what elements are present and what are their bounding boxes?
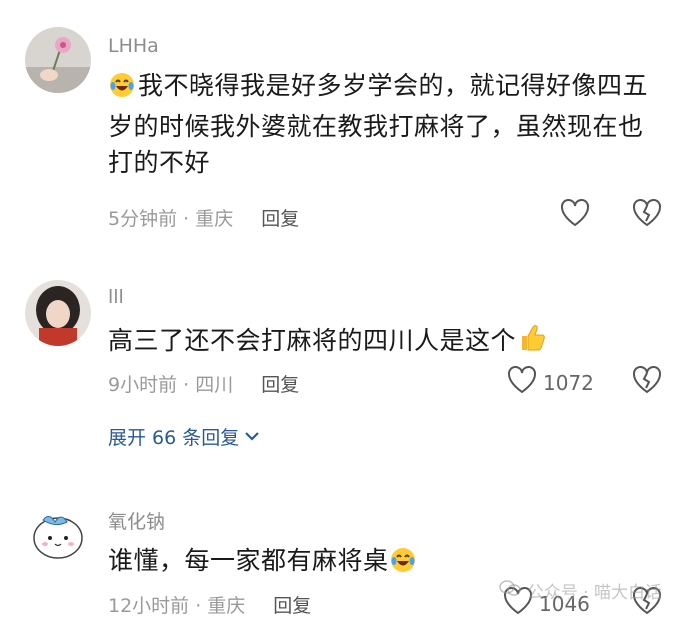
reply-button[interactable]: 回复	[261, 208, 299, 230]
comment-meta: 5分钟前 · 重庆 回复	[108, 204, 299, 231]
watermark: 公众号 · 喵大白话	[499, 578, 662, 603]
avatar[interactable]	[25, 280, 91, 346]
laugh-cry-emoji	[389, 546, 417, 584]
reply-button[interactable]: 回复	[261, 374, 299, 396]
broken-heart-icon	[632, 199, 662, 231]
expand-replies-label: 展开 66 条回复	[108, 427, 240, 449]
username[interactable]: LHHa	[108, 35, 159, 57]
avatar[interactable]	[25, 27, 91, 93]
username[interactable]: lll	[108, 286, 124, 308]
comment-text: 高三了还不会打麻将的四川人是这个	[108, 322, 653, 364]
like-button[interactable]: 1072	[507, 366, 594, 399]
wechat-icon	[499, 579, 521, 602]
chevron-down-icon	[243, 426, 261, 448]
heart-icon	[560, 199, 590, 232]
like-count: 1072	[543, 370, 594, 395]
comment-text: 我不晓得我是好多岁学会的，就记得好像四五岁的时候我外婆就在教我打麻将了，虽然现在…	[108, 71, 649, 177]
dislike-button[interactable]	[632, 199, 662, 231]
reply-button[interactable]: 回复	[273, 595, 311, 617]
time-location: 12小时前 · 重庆	[108, 595, 246, 617]
laugh-cry-emoji	[108, 71, 136, 109]
thumbs-up-emoji	[516, 322, 548, 364]
username[interactable]: 氧化钠	[108, 507, 165, 534]
time-location: 5分钟前 · 重庆	[108, 208, 234, 230]
avatar[interactable]	[25, 502, 91, 568]
watermark-text: 公众号 · 喵大白话	[526, 583, 662, 603]
comment-meta: 12小时前 · 重庆 回复	[108, 591, 311, 618]
expand-replies-button[interactable]: 展开 66 条回复	[108, 423, 261, 450]
time-location: 9小时前 · 四川	[108, 374, 234, 396]
comment-meta: 9小时前 · 四川 回复	[108, 370, 299, 397]
dislike-button[interactable]	[632, 366, 662, 398]
broken-heart-icon	[632, 366, 662, 398]
like-button[interactable]	[560, 199, 596, 232]
heart-icon	[507, 366, 537, 399]
